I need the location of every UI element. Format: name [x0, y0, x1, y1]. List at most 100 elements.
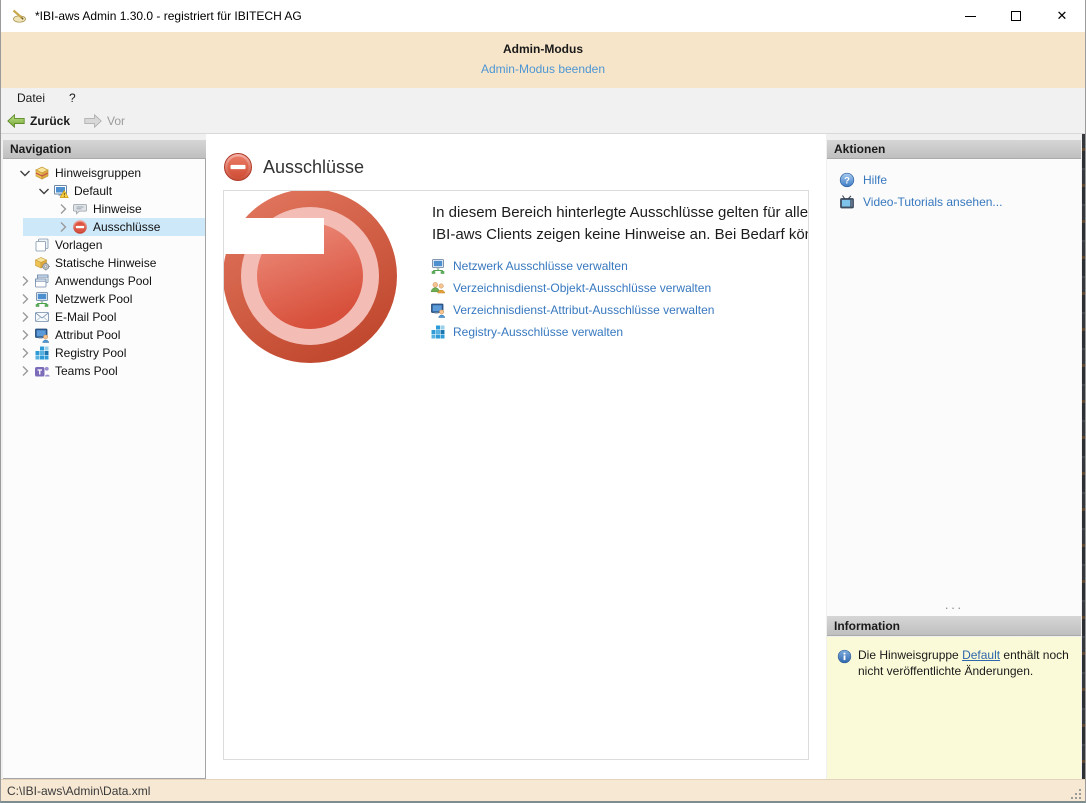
actions-header: Aktionen [827, 140, 1081, 159]
action-hilfe[interactable]: ?Hilfe [839, 169, 1081, 191]
chevron-spacer [15, 255, 34, 271]
tree-item-label: Default [74, 184, 112, 198]
registry-pool-icon [430, 324, 446, 340]
page-title: Ausschlüsse [263, 157, 364, 178]
static-hints-icon [34, 255, 50, 271]
link-netzwerk-ausschl-sse-verwalten[interactable]: Netzwerk Ausschlüsse verwalten [430, 255, 714, 277]
hints-icon [72, 201, 88, 217]
link-label: Netzwerk Ausschlüsse verwalten [453, 259, 628, 273]
tree-item-hinweise[interactable]: Hinweise [3, 200, 205, 218]
link-label: Registry-Ausschlüsse verwalten [453, 325, 623, 339]
tree-item-label: Hinweisgruppen [55, 166, 141, 180]
app-window: *IBI-aws Admin 1.30.0 - registriert für … [0, 0, 1086, 803]
tree-item-hinweisgruppen[interactable]: Hinweisgruppen [3, 164, 205, 182]
tree-item-label: Statische Hinweise [55, 256, 156, 270]
attribute-pool-icon [430, 302, 446, 318]
content-box: In diesem Bereich hinterlegte Ausschlüss… [223, 190, 809, 760]
data-file-path: C:\IBI-aws\Admin\Data.xml [7, 780, 150, 803]
resize-grip[interactable] [1068, 786, 1081, 799]
link-label: Verzeichnisdienst-Attribut-Ausschlüsse v… [453, 303, 714, 317]
tree-item-ausschl-sse[interactable]: Ausschlüsse [3, 218, 205, 236]
tree-item-e-mail-pool[interactable]: E-Mail Pool [3, 308, 205, 326]
chevron-spacer [15, 237, 34, 253]
tree-item-label: Teams Pool [55, 364, 118, 378]
chevron-right-icon[interactable] [15, 273, 34, 289]
tree-item-label: Netzwerk Pool [55, 292, 132, 306]
info-icon [837, 649, 852, 664]
tree-item-label: Hinweise [93, 202, 142, 216]
help-icon: ? [839, 172, 855, 188]
chevron-down-icon[interactable] [34, 183, 53, 199]
default-monitor-icon [53, 183, 69, 199]
forward-button[interactable]: Vor [84, 114, 125, 128]
actions-panel: ?Hilfe Video-Tutorials ansehen... [827, 159, 1081, 616]
exclusions-title-icon [223, 152, 253, 182]
admin-mode-exit-link[interactable]: Admin-Modus beenden [481, 62, 605, 76]
menu-item-datei[interactable]: Datei [9, 89, 53, 107]
menu-item-help[interactable]: ? [61, 89, 84, 107]
background-window-sliver [1082, 134, 1086, 779]
tree-item-label: Attribut Pool [55, 328, 120, 342]
chevron-right-icon[interactable] [15, 327, 34, 343]
maximize-icon [1011, 11, 1021, 21]
back-arrow-icon [7, 114, 25, 128]
chevron-right-icon[interactable] [15, 309, 34, 325]
tree-item-label: Registry Pool [55, 346, 126, 360]
chevron-right-icon[interactable] [15, 345, 34, 361]
close-button[interactable]: ✕ [1039, 0, 1085, 32]
action-label: Video-Tutorials ansehen... [863, 195, 1002, 209]
tv-icon [839, 194, 855, 210]
maximize-button[interactable] [993, 0, 1039, 32]
chevron-right-icon[interactable] [15, 363, 34, 379]
link-verzeichnisdienst-attribut-ausschl-sse-verwalten[interactable]: Verzeichnisdienst-Attribut-Ausschlüsse v… [430, 299, 714, 321]
status-bar: C:\IBI-aws\Admin\Data.xml [1, 779, 1085, 803]
forward-button-label: Vor [107, 114, 125, 128]
minimize-icon [965, 16, 976, 17]
navigation-tree: Hinweisgruppen Default Hinweise Ausschlüsse… [3, 159, 206, 779]
tree-item-registry-pool[interactable]: Registry Pool [3, 344, 205, 362]
main-links: Netzwerk Ausschlüsse verwalten Verzeichni… [430, 255, 714, 343]
attribute-pool-icon [34, 327, 50, 343]
tree-item-netzwerk-pool[interactable]: Netzwerk Pool [3, 290, 205, 308]
forward-arrow-icon [84, 114, 102, 128]
no-entry-watermark [223, 190, 423, 444]
directory-object-icon [430, 280, 446, 296]
email-pool-icon [34, 309, 50, 325]
chevron-right-icon[interactable] [53, 201, 72, 217]
tree-item-label: Anwendungs Pool [55, 274, 152, 288]
notice-groups-icon [34, 165, 50, 181]
tree-item-label: Ausschlüsse [93, 220, 160, 234]
exclusions-icon [72, 219, 88, 235]
tree-item-label: E-Mail Pool [55, 310, 116, 324]
action-video-tutorials-ansehen[interactable]: Video-Tutorials ansehen... [839, 191, 1081, 213]
toolbar: Zurück Vor [1, 108, 1085, 134]
network-pool-icon [430, 258, 446, 274]
link-label: Verzeichnisdienst-Objekt-Ausschlüsse ver… [453, 281, 711, 295]
tree-item-teams-pool[interactable]: Teams Pool [3, 362, 205, 380]
chevron-right-icon[interactable] [53, 219, 72, 235]
tree-item-default[interactable]: Default [3, 182, 205, 200]
menu-bar: Datei? [1, 88, 1085, 108]
chevron-down-icon[interactable] [15, 165, 34, 181]
panel-splitter[interactable] [827, 603, 1081, 616]
link-verzeichnisdienst-objekt-ausschl-sse-verwalten[interactable]: Verzeichnisdienst-Objekt-Ausschlüsse ver… [430, 277, 714, 299]
tree-item-vorlagen[interactable]: Vorlagen [3, 236, 205, 254]
minimize-button[interactable] [947, 0, 993, 32]
default-group-link[interactable]: Default [962, 648, 1000, 662]
link-registry-ausschl-sse-verwalten[interactable]: Registry-Ausschlüsse verwalten [430, 321, 714, 343]
navigation-header: Navigation [3, 140, 206, 159]
information-text-before: Die Hinweisgruppe [858, 648, 962, 662]
app-pool-icon [34, 273, 50, 289]
description-line: In diesem Bereich hinterlegte Ausschlüss… [432, 202, 809, 224]
tree-item-anwendungs-pool[interactable]: Anwendungs Pool [3, 272, 205, 290]
back-button[interactable]: Zurück [7, 114, 70, 128]
information-header: Information [827, 616, 1081, 636]
app-logo-icon [11, 8, 27, 24]
information-text: Die Hinweisgruppe Default enthält noch n… [858, 648, 1074, 679]
tree-item-statische-hinweise[interactable]: Statische Hinweise [3, 254, 205, 272]
registry-pool-icon [34, 345, 50, 361]
chevron-right-icon[interactable] [15, 291, 34, 307]
tree-item-attribut-pool[interactable]: Attribut Pool [3, 326, 205, 344]
title-bar: *IBI-aws Admin 1.30.0 - registriert für … [1, 0, 1085, 32]
window-title: *IBI-aws Admin 1.30.0 - registriert für … [35, 0, 302, 32]
